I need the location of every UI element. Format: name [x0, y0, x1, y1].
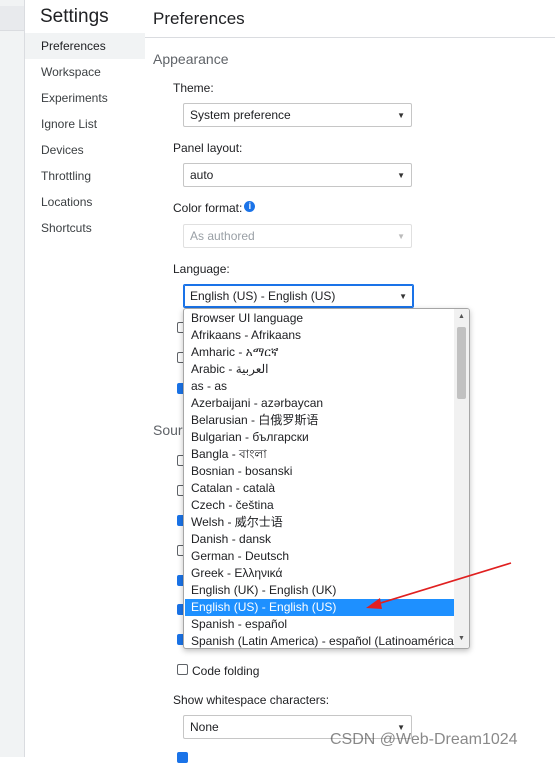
language-label: Language:: [173, 262, 230, 276]
code-folding-label: Code folding: [192, 664, 260, 678]
color-format-select: As authored ▼: [183, 224, 412, 248]
scroll-up-icon[interactable]: ▲: [458, 313, 465, 320]
sidebar-item-throttling[interactable]: Throttling: [25, 163, 145, 189]
theme-select[interactable]: System preference ▼: [183, 103, 412, 127]
whitespace-label: Show whitespace characters:: [173, 693, 330, 707]
scrollbar-thumb[interactable]: [457, 327, 466, 399]
gutter-tab[interactable]: [0, 6, 24, 31]
theme-select-value: System preference: [190, 108, 291, 122]
sidebar-item-locations[interactable]: Locations: [25, 189, 145, 215]
theme-label: Theme:: [173, 81, 214, 95]
language-option[interactable]: Browser UI language: [185, 310, 454, 327]
color-format-select-value: As authored: [190, 229, 255, 243]
language-option[interactable]: Catalan - català: [185, 480, 454, 497]
language-option[interactable]: Danish - dansk: [185, 531, 454, 548]
chevron-down-icon: ▼: [397, 111, 405, 120]
settings-sidebar: Settings Preferences Workspace Experimen…: [25, 0, 145, 757]
language-option[interactable]: Azerbaijani - azərbaycan: [185, 395, 454, 412]
checkbox-11[interactable]: [177, 752, 188, 763]
appearance-section-title: Appearance: [153, 51, 229, 67]
panel-layout-select[interactable]: auto ▼: [183, 163, 412, 187]
dropdown-scrollbar[interactable]: ▲ ▼: [454, 309, 469, 648]
language-option[interactable]: Greek - Ελληνικά: [185, 565, 454, 582]
language-option[interactable]: English (UK) - English (UK): [185, 582, 454, 599]
chevron-down-icon: ▼: [397, 171, 405, 180]
language-option[interactable]: Spanish - español: [185, 616, 454, 633]
scroll-down-icon[interactable]: ▼: [458, 635, 465, 642]
language-option[interactable]: Bosnian - bosanski: [185, 463, 454, 480]
code-folding-checkbox[interactable]: [177, 664, 188, 675]
left-gutter: [0, 0, 25, 757]
chevron-down-icon: ▼: [397, 232, 405, 241]
watermark: CSDN @Web-Dream1024: [330, 731, 518, 748]
whitespace-select-value: None: [190, 720, 219, 734]
language-option[interactable]: German - Deutsch: [185, 548, 454, 565]
language-option[interactable]: Bangla - বাংলা: [185, 446, 454, 463]
language-option[interactable]: as - as: [185, 378, 454, 395]
panel-layout-label: Panel layout:: [173, 141, 243, 155]
sidebar-item-workspace[interactable]: Workspace: [25, 59, 145, 85]
sidebar-item-preferences[interactable]: Preferences: [25, 33, 145, 59]
language-dropdown-list[interactable]: Browser UI language Afrikaans - Afrikaan…: [183, 308, 470, 649]
language-option[interactable]: Spanish (Latin America) - español (Latin…: [185, 633, 458, 648]
color-format-label: Color format: i: [173, 201, 256, 215]
language-option[interactable]: Afrikaans - Afrikaans: [185, 327, 454, 344]
language-select[interactable]: English (US) - English (US) ▼: [183, 284, 414, 308]
settings-title: Settings: [40, 6, 109, 27]
page-title: Preferences: [153, 9, 245, 28]
sidebar-item-shortcuts[interactable]: Shortcuts: [25, 215, 145, 241]
sidebar-item-ignore-list[interactable]: Ignore List: [25, 111, 145, 137]
panel-layout-select-value: auto: [190, 168, 214, 182]
language-option[interactable]: Amharic - አማርኛ: [185, 344, 454, 361]
language-option-selected[interactable]: English (US) - English (US): [185, 599, 454, 616]
sources-section-title: Sour: [153, 422, 183, 438]
sidebar-item-experiments[interactable]: Experiments: [25, 85, 145, 111]
color-format-label-text: Color format:: [173, 201, 243, 215]
language-option[interactable]: Welsh - 威尔士语: [185, 514, 454, 531]
language-option[interactable]: Czech - čeština: [185, 497, 454, 514]
title-divider: [145, 37, 555, 38]
language-option[interactable]: Belarusian - 白俄罗斯语: [185, 412, 454, 429]
language-select-value: English (US) - English (US): [190, 289, 336, 303]
language-option[interactable]: Bulgarian - български: [185, 429, 454, 446]
language-option[interactable]: Arabic - العربية: [185, 361, 454, 378]
info-icon[interactable]: i: [244, 201, 256, 212]
chevron-down-icon: ▼: [399, 292, 407, 301]
sidebar-item-devices[interactable]: Devices: [25, 137, 145, 163]
